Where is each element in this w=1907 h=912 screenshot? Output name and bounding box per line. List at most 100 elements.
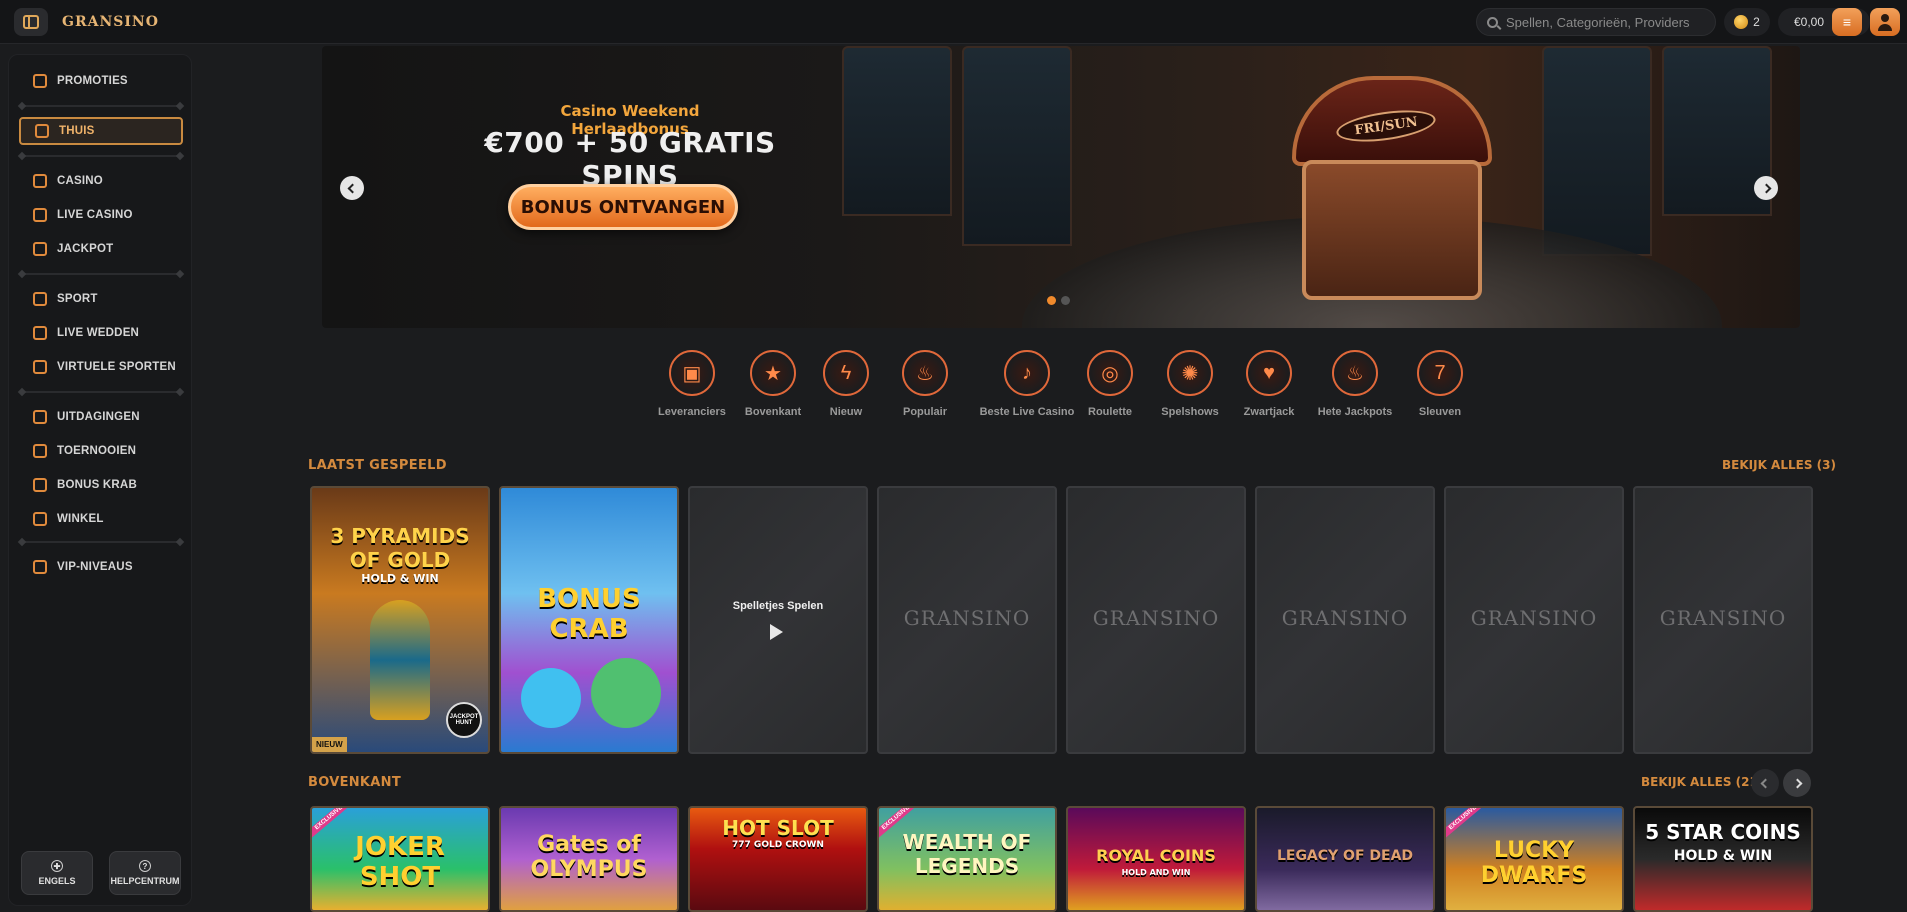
category-sleuven[interactable]: 7 Sleuven (1400, 350, 1480, 430)
balance-value: €0,00 (1794, 15, 1825, 29)
carousel-dot[interactable] (1061, 296, 1070, 305)
coins-value: 2 (1753, 15, 1760, 29)
scratch-icon (33, 478, 47, 492)
sidebar-item-thuis[interactable]: THUIS (19, 117, 183, 145)
category-zwartjack[interactable]: ♥ Zwartjack (1229, 350, 1309, 430)
game-title: 5 STAR COINS (1645, 820, 1801, 844)
sidebar-item-label: BONUS KRAB (57, 479, 137, 491)
cards-icon: ♥ (1246, 350, 1292, 396)
carousel-dot[interactable] (1047, 296, 1056, 305)
microphone-icon (33, 208, 47, 222)
category-beste-live-casino[interactable]: ♪ Beste Live Casino (977, 350, 1077, 430)
logo[interactable]: GRANSINO (62, 4, 158, 40)
live-icon (33, 326, 47, 340)
sidebar-item-label: CASINO (57, 175, 103, 187)
wallet-button[interactable]: ≡ (1832, 8, 1862, 36)
category-bovenkant[interactable]: ★ Bovenkant (733, 350, 813, 430)
banner-title: €700 + 50 GRATIS SPINS (484, 126, 776, 192)
jackpot-hunt-badge: JACKPOT HUNT (446, 702, 482, 738)
home-icon (35, 124, 49, 138)
game-tile[interactable]: EXCLUSIVE WEALTH OF LEGENDS (877, 806, 1057, 912)
divider (21, 273, 181, 275)
ball-icon (33, 292, 47, 306)
category-leveranciers[interactable]: ▣ Leveranciers (652, 350, 732, 430)
game-title: 3 PYRAMIDS OF GOLD (330, 524, 470, 572)
game-subtitle: HOLD & WIN (1673, 848, 1773, 864)
search-input[interactable] (1506, 14, 1706, 30)
empty-game-slot: GRANSINO (877, 486, 1057, 754)
sidebar-item-winkel[interactable]: WINKEL (19, 505, 183, 533)
language-button[interactable]: ✚ ENGELS (21, 851, 93, 895)
sidebar-item-live-wedden[interactable]: LIVE WEDDEN (19, 319, 183, 347)
sidebar-item-vip-niveaus[interactable]: VIP-NIVEAUS (19, 553, 183, 581)
sidebar-item-casino[interactable]: CASINO (19, 167, 183, 195)
category-label: Bovenkant (744, 406, 802, 418)
category-label: Beste Live Casino (979, 406, 1075, 418)
game-tile[interactable]: Gates of OLYMPUS (499, 806, 679, 912)
sidebar-item-label: LIVE WEDDEN (57, 327, 140, 339)
medal-icon (33, 410, 47, 424)
category-label: Spelshows (1161, 406, 1219, 418)
placeholder-logo: GRANSINO (1470, 606, 1598, 630)
help-label: HELPCENTRUM (110, 876, 180, 886)
category-bar: ▣ Leveranciers ★ Bovenkant ϟ Nieuw ♨ Populai… (652, 350, 1472, 430)
divider (21, 105, 181, 107)
sidebar-item-virtuele-sporten[interactable]: VIRTUELE SPORTEN (19, 353, 183, 381)
category-spelshows[interactable]: ✺ Spelshows (1150, 350, 1230, 430)
top-prev-button[interactable] (1751, 769, 1779, 797)
search-bar[interactable] (1476, 8, 1716, 36)
category-label: Sleuven (1418, 406, 1462, 418)
sidebar-item-jackpot[interactable]: JACKPOT (19, 235, 183, 263)
profile-button[interactable] (1870, 8, 1900, 36)
banner-prev-button[interactable] (340, 176, 364, 200)
game-title: LEGACY OF DEAD (1276, 848, 1414, 864)
empty-game-slot: GRANSINO (1255, 486, 1435, 754)
sidebar-item-live-casino[interactable]: LIVE CASINO (19, 201, 183, 229)
sidebar-item-sport[interactable]: SPORT (19, 285, 183, 313)
slot-icon: 7 (1417, 350, 1463, 396)
category-roulette[interactable]: ◎ Roulette (1070, 350, 1150, 430)
category-label: Roulette (1088, 406, 1132, 418)
game-tile[interactable]: ROYAL COINS HOLD AND WIN (1066, 806, 1246, 912)
trophy-icon (33, 444, 47, 458)
creature-image (591, 658, 661, 728)
treasure-chest-image: FRI/SUN (1292, 76, 1492, 306)
sidebar-item-bonus-krab[interactable]: BONUS KRAB (19, 471, 183, 499)
sidebar-item-promoties[interactable]: PROMOTIES (19, 67, 183, 95)
game-tile[interactable]: BONUS CRAB (499, 486, 679, 754)
chest-box (1302, 160, 1482, 300)
coins-counter[interactable]: 2 (1724, 8, 1770, 36)
banner-next-button[interactable] (1754, 176, 1778, 200)
casino-icon (33, 174, 47, 188)
sidebar-item-uitdagingen[interactable]: UITDAGINGEN (19, 403, 183, 431)
sidebar-item-label: LIVE CASINO (57, 209, 133, 221)
game-tile[interactable]: 5 STAR COINS HOLD & WIN (1633, 806, 1813, 912)
creature-image (521, 668, 581, 728)
shop-icon (33, 512, 47, 526)
bonus-cta-button[interactable]: BONUS ONTVANGEN (508, 184, 738, 230)
sidebar-toggle-button[interactable] (14, 8, 48, 36)
game-tile[interactable]: EXCLUSIVE LUCKY DWARFS (1444, 806, 1624, 912)
chevron-right-icon (1761, 183, 1771, 193)
chest-lid: FRI/SUN (1292, 76, 1492, 166)
top-next-button[interactable] (1783, 769, 1811, 797)
category-nieuw[interactable]: ϟ Nieuw (806, 350, 886, 430)
chest-plate: FRI/SUN (1334, 105, 1438, 147)
sidebar-item-label: VIRTUELE SPORTEN (57, 361, 176, 373)
sidebar-item-toernooien[interactable]: TOERNOOIEN (19, 437, 183, 465)
promo-banner[interactable]: FRI/SUN Casino Weekend Herlaadbonus €700… (322, 46, 1800, 328)
category-populair[interactable]: ♨ Populair (885, 350, 965, 430)
category-hete-jackpots[interactable]: ♨ Hete Jackpots (1315, 350, 1395, 430)
section-title-recent: LAATST GESPEELD (308, 458, 447, 473)
view-all-recent-link[interactable]: BEKIJK ALLES (3) (1722, 458, 1836, 472)
star-icon: ★ (750, 350, 796, 396)
jackpot-icon (33, 242, 47, 256)
game-tile[interactable]: 3 PYRAMIDS OF GOLD HOLD & WIN JACKPOT HU… (310, 486, 490, 754)
game-tile[interactable]: EXCLUSIVE JOKER SHOT (310, 806, 490, 912)
game-tile[interactable]: HOT SLOT 777 GOLD CROWN (688, 806, 868, 912)
help-center-button[interactable]: ? HELPCENTRUM (109, 851, 181, 895)
empty-game-slot: GRANSINO (1444, 486, 1624, 754)
category-label: Nieuw (829, 406, 863, 418)
game-tile[interactable]: LEGACY OF DEAD (1255, 806, 1435, 912)
play-games-tile[interactable]: Spelletjes Spelen (688, 486, 868, 754)
